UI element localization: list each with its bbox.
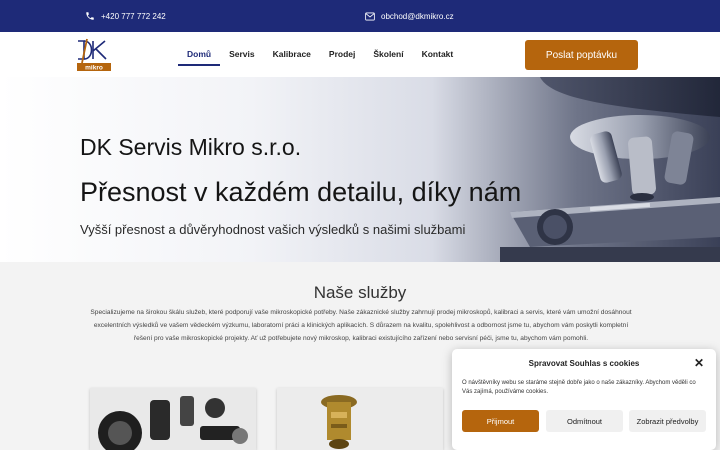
cookie-preferences-button[interactable]: Zobrazit předvolby <box>629 410 706 432</box>
phone-contact[interactable]: +420 777 772 242 <box>85 0 166 32</box>
hero-banner: DK Servis Mikro s.r.o. Přesnost v každém… <box>0 77 720 262</box>
hero-subheadline: Vyšší přesnost a důvěryhodnost vašich vý… <box>80 222 466 237</box>
cookie-title: Spravovat Souhlas s cookies <box>528 359 640 368</box>
main-navigation: Domů Servis Kalibrace Prodej Školení Kon… <box>178 32 462 77</box>
accept-cookies-button[interactable]: Přijmout <box>462 410 539 432</box>
company-name: DK Servis Mikro s.r.o. <box>80 134 302 160</box>
nav-item-skoleni[interactable]: Školení <box>364 32 412 77</box>
service-image-parts <box>90 388 256 450</box>
top-contact-bar: +420 777 772 242 obchod@dkmikro.cz <box>0 0 720 32</box>
site-header: mikro Domů Servis Kalibrace Prodej Škole… <box>0 32 720 77</box>
logo-word: mikro <box>85 65 103 72</box>
cookie-consent-dialog: Spravovat Souhlas s cookies ✕ O návštěvn… <box>452 349 716 450</box>
deny-cookies-button[interactable]: Odmítnout <box>546 410 623 432</box>
services-description: Specializujeme na širokou škálu služeb, … <box>90 309 632 342</box>
service-card-servis[interactable] <box>90 388 256 450</box>
cookie-text: O návštěvníky webu se staráme stejně dob… <box>462 380 696 395</box>
phone-icon <box>85 11 95 21</box>
site-logo[interactable]: mikro <box>74 37 114 73</box>
service-image-objective <box>277 388 443 450</box>
nav-item-prodej[interactable]: Prodej <box>320 32 364 77</box>
phone-number: +420 777 772 242 <box>101 11 166 21</box>
email-contact[interactable]: obchod@dkmikro.cz <box>365 0 454 32</box>
nav-item-domu[interactable]: Domů <box>178 32 221 77</box>
send-inquiry-button[interactable]: Poslat poptávku <box>525 40 638 70</box>
envelope-icon <box>365 12 375 21</box>
email-address: obchod@dkmikro.cz <box>381 11 454 21</box>
hero-headline: Přesnost v každém detailu, díky nám <box>80 177 522 207</box>
nav-item-kalibrace[interactable]: Kalibrace <box>264 32 320 77</box>
nav-item-servis[interactable]: Servis <box>220 32 264 77</box>
services-title: Naše služby <box>313 283 407 302</box>
nav-item-kontakt[interactable]: Kontakt <box>413 32 463 77</box>
service-card-kalibrace[interactable] <box>277 388 443 450</box>
close-icon[interactable]: ✕ <box>694 357 704 369</box>
